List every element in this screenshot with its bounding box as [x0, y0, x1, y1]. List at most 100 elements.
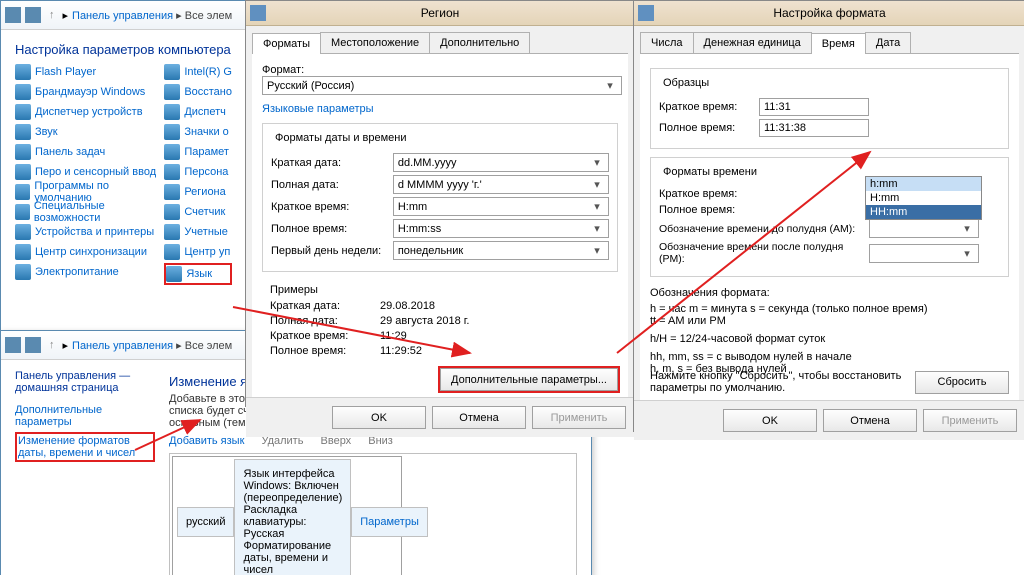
sample-short-time: 11:31: [759, 98, 869, 116]
forward-icon[interactable]: [25, 7, 41, 23]
lang-detail: Раскладка клавиатуры: Русская: [243, 504, 342, 540]
cp-item[interactable]: Персона: [164, 163, 232, 181]
apply-button: Применить: [532, 406, 626, 429]
format-settings-dialog: Настройка формата Числа Денежная единица…: [633, 0, 1024, 432]
format-label: Формат:: [262, 64, 618, 76]
apply-button: Применить: [923, 409, 1017, 432]
lang-name: русский: [177, 507, 234, 537]
cp-item[interactable]: Диспетч: [164, 103, 232, 121]
pm-select[interactable]: ▾: [869, 244, 979, 263]
cp-item[interactable]: Центр уп: [164, 243, 232, 261]
cp-item[interactable]: Язык: [164, 263, 232, 285]
cp-item[interactable]: Учетные: [164, 223, 232, 241]
label: Обозначение времени после полудня (PM):: [659, 241, 869, 265]
lang-detail: Язык интерфейса Windows: Включен (переоп…: [243, 468, 342, 504]
label: Полное время:: [659, 204, 869, 216]
cp-item[interactable]: Flash Player: [15, 63, 164, 81]
am-select[interactable]: ▾: [869, 219, 979, 238]
globe-icon: [638, 5, 654, 21]
tabs: Форматы Местоположение Дополнительно: [252, 32, 628, 54]
tabs: Числа Денежная единица Время Дата: [640, 32, 1019, 54]
short-time-dropdown[interactable]: h:mm H:mm HH:mm: [865, 176, 982, 220]
sidebar-date-formats[interactable]: Изменение форматов даты, времени и чисел: [15, 432, 155, 462]
dropdown-item[interactable]: h:mm: [866, 177, 981, 191]
label: Краткое время:: [659, 188, 869, 200]
cp-item[interactable]: Региона: [164, 183, 232, 201]
breadcrumb-2[interactable]: Все элем: [185, 340, 232, 352]
tab-date[interactable]: Дата: [865, 32, 911, 53]
back-icon[interactable]: [5, 7, 21, 23]
dialog-title: Регион: [246, 1, 634, 26]
cp-item[interactable]: Панель задач: [15, 143, 164, 161]
language-prefs-link[interactable]: Языковые параметры: [262, 103, 374, 115]
legend-line: tt = AM или PM: [650, 315, 1009, 327]
up-icon[interactable]: ↑: [49, 339, 55, 351]
dropdown-item[interactable]: HH:mm: [866, 205, 981, 219]
dropdown-item[interactable]: H:mm: [866, 191, 981, 205]
control-panel-window-1: ↑ ▸ Панель управления ▸ Все элем Настрой…: [0, 0, 247, 332]
tab-time[interactable]: Время: [811, 33, 866, 54]
label: Краткое время:: [659, 101, 759, 113]
up-icon[interactable]: ↑: [49, 9, 55, 21]
reset-button[interactable]: Сбросить: [915, 371, 1009, 394]
group-title: Примеры: [270, 284, 610, 296]
legend-line: h/H = 12/24-часовой формат суток: [650, 333, 1009, 345]
folder-icon: ▸: [63, 9, 69, 22]
page-heading: Настройка параметров компьютера: [15, 34, 232, 61]
cp-item[interactable]: Звук: [15, 123, 164, 141]
ok-button[interactable]: OK: [332, 406, 426, 429]
tab-currency[interactable]: Денежная единица: [693, 32, 812, 53]
add-language[interactable]: Добавить язык: [169, 435, 244, 447]
sidebar: Панель управления — домашняя страница До…: [1, 360, 169, 575]
folder-icon: ▸: [63, 339, 69, 352]
format-select[interactable]: dd.MM.yyyy▾: [393, 153, 609, 172]
toolbar: ↑ ▸ Панель управления ▸ Все элем: [1, 1, 246, 30]
cp-item[interactable]: Центр синхронизации: [15, 243, 164, 261]
cp-item[interactable]: Восстано: [164, 83, 232, 101]
tab-location[interactable]: Местоположение: [320, 32, 430, 53]
cp-item[interactable]: Значки о: [164, 123, 232, 141]
cp-item[interactable]: Программы по умолчанию: [15, 183, 164, 201]
globe-icon: [250, 5, 266, 21]
sidebar-home[interactable]: Панель управления — домашняя страница: [15, 370, 155, 394]
format-select[interactable]: d MMMM yyyy 'г.'▾: [393, 175, 609, 194]
cp-item[interactable]: Специальные возможности: [15, 203, 164, 221]
ok-button[interactable]: OK: [723, 409, 817, 432]
cp-item[interactable]: Intel(R) G: [164, 63, 232, 81]
format-select[interactable]: понедельник▾: [393, 241, 609, 260]
cp-item[interactable]: Брандмауэр Windows: [15, 83, 164, 101]
additional-params-button[interactable]: Дополнительные параметры...: [440, 368, 618, 391]
breadcrumb-2[interactable]: Все элем: [185, 10, 232, 22]
cancel-button[interactable]: Отмена: [823, 409, 917, 432]
cp-item[interactable]: Счетчик: [164, 203, 232, 221]
cp-item[interactable]: Парамет: [164, 143, 232, 161]
region-dialog: Регион Форматы Местоположение Дополнител…: [245, 0, 635, 407]
sample-full-time: 11:31:38: [759, 119, 869, 137]
format-select[interactable]: H:mm:ss▾: [393, 219, 609, 238]
tab-numbers[interactable]: Числа: [640, 32, 694, 53]
tab-additional[interactable]: Дополнительно: [429, 32, 530, 53]
group-title: Форматы даты и времени: [271, 132, 411, 144]
format-select[interactable]: Русский (Россия)▾: [262, 76, 622, 95]
sidebar-extra-params[interactable]: Дополнительные параметры: [15, 404, 155, 428]
chevron-down-icon: ▾: [603, 79, 617, 92]
cp-item[interactable]: Электропитание: [15, 263, 164, 281]
cp-item[interactable]: Устройства и принтеры: [15, 223, 164, 241]
tab-formats[interactable]: Форматы: [252, 33, 321, 54]
lang-detail: Форматирование даты, времени и чисел: [243, 540, 342, 575]
cancel-button[interactable]: Отмена: [432, 406, 526, 429]
language-row-russian[interactable]: русский Язык интерфейса Windows: Включен…: [172, 456, 402, 575]
breadcrumb-1[interactable]: Панель управления: [72, 340, 173, 352]
cp-item[interactable]: Перо и сенсорный ввод: [15, 163, 164, 181]
group-title: Образцы: [659, 77, 713, 89]
cp-item[interactable]: Диспетчер устройств: [15, 103, 164, 121]
reset-hint: Нажмите кнопку "Сбросить", чтобы восстан…: [650, 370, 909, 394]
breadcrumb-1[interactable]: Панель управления: [72, 10, 173, 22]
dialog-title: Настройка формата: [634, 1, 1024, 26]
format-select[interactable]: H:mm▾: [393, 197, 609, 216]
forward-icon[interactable]: [25, 337, 41, 353]
back-icon[interactable]: [5, 337, 21, 353]
lang-options[interactable]: Параметры: [360, 516, 419, 528]
label: Полное время:: [659, 122, 759, 134]
legend-line: hh, mm, ss = с выводом нулей в начале: [650, 351, 1009, 363]
